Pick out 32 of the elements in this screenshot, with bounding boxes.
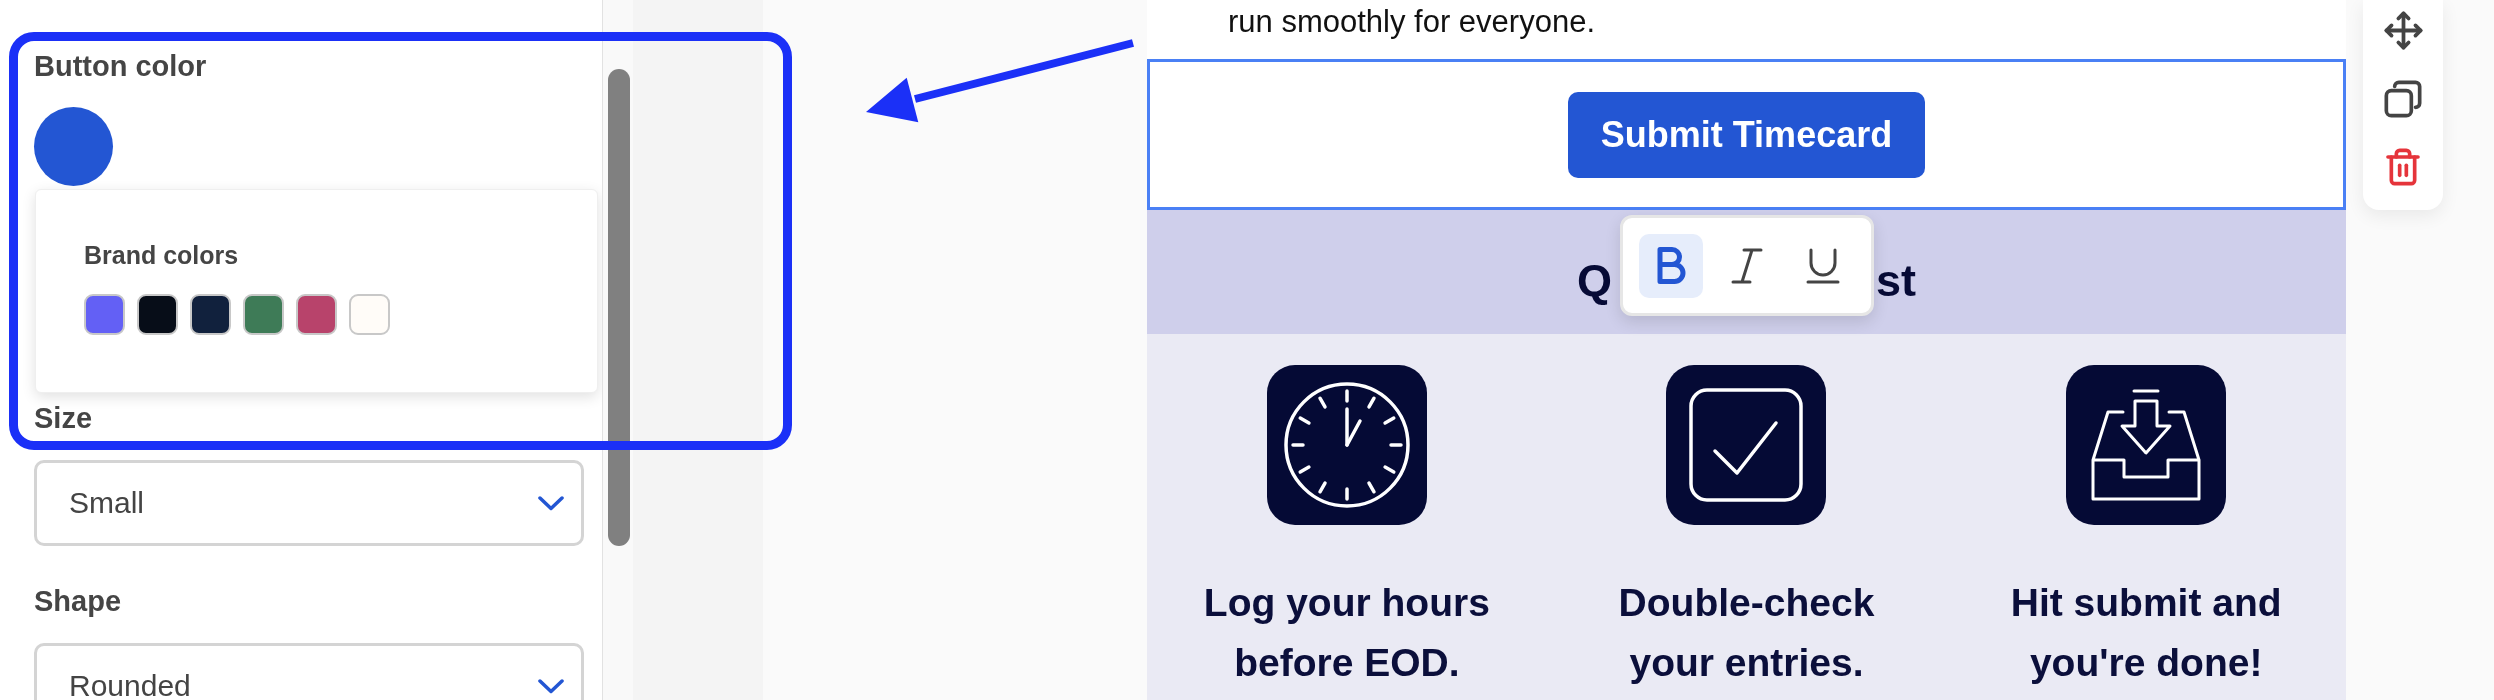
size-select[interactable]: Small [34,460,584,546]
step-text: Hit submit and you're done! [2009,580,2283,686]
bold-icon [1655,247,1687,284]
underline-icon [1806,247,1840,284]
scrollbar-thumb[interactable] [608,69,630,546]
shape-select[interactable]: Rounded [34,643,584,700]
delete-icon[interactable] [2383,147,2423,187]
color-swatch-icon[interactable] [243,294,284,335]
field-label: Button color [34,49,207,84]
heading-text: Q [1577,254,1612,309]
color-swatch-icon[interactable] [349,294,390,335]
move-icon[interactable] [2382,10,2424,51]
step-text: Log your hours before EOD. [1202,580,1491,686]
field-label: Shape [34,584,122,619]
popover-title: Brand colors [84,240,239,270]
body-text: run smoothly for everyone. [1228,4,1595,39]
button-block[interactable]: Submit Timecard [1147,59,2346,210]
color-swatch-icon[interactable] [84,294,125,335]
italic-icon [1731,247,1763,284]
color-swatch-icon[interactable] [137,294,178,335]
chevron-down-icon [538,495,564,511]
color-swatch-icon[interactable] [190,294,231,335]
step-text: Double-check your entries. [1617,580,1876,686]
heading-text: st [1876,254,1916,309]
bold-button[interactable] [1639,233,1703,298]
field-label: Size [34,401,93,436]
submit-button[interactable]: Submit Timecard [1567,91,1926,178]
color-swatch-icon[interactable] [296,294,337,335]
clock-icon [1266,365,1427,525]
checkmark-square-icon [1666,365,1827,525]
chevron-down-icon [538,678,564,694]
copy-icon[interactable] [2383,79,2423,119]
